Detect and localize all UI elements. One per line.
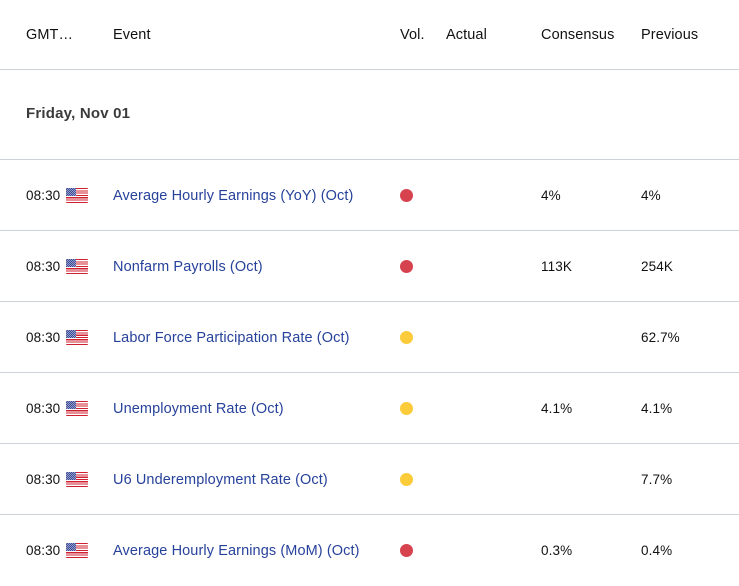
- volatility-dot-icon: [400, 260, 413, 273]
- us-flag-icon: [66, 302, 90, 373]
- us-flag-icon: [66, 160, 90, 231]
- event-name-link[interactable]: Unemployment Rate (Oct): [113, 373, 284, 444]
- consensus-value: 4.1%: [541, 401, 573, 416]
- table-row[interactable]: 08:30 Average Hourly Earnings (YoY) (Oct)…: [0, 160, 739, 231]
- event-time: 08:30: [26, 543, 61, 558]
- us-flag-icon: [66, 231, 90, 302]
- date-group-header: Friday, Nov 01: [0, 70, 739, 160]
- economic-calendar: GMT… Event Vol. Actual Consensus Previou…: [0, 0, 739, 586]
- event-name-link[interactable]: U6 Underemployment Rate (Oct): [113, 444, 328, 515]
- previous-value: 4.1%: [641, 401, 673, 416]
- volatility-indicator: [400, 302, 432, 373]
- table-row[interactable]: 08:30 Unemployment Rate (Oct) 4.1% 4.1%: [0, 373, 739, 444]
- column-header-time[interactable]: GMT…: [26, 27, 73, 43]
- volatility-dot-icon: [400, 189, 413, 202]
- event-time: 08:30: [26, 188, 61, 203]
- consensus-value: 4%: [541, 188, 561, 203]
- table-header-row: GMT… Event Vol. Actual Consensus Previou…: [0, 0, 739, 70]
- volatility-indicator: [400, 444, 432, 515]
- us-flag-icon: [66, 444, 90, 515]
- volatility-indicator: [400, 373, 432, 444]
- table-row[interactable]: 08:30 U6 Underemployment Rate (Oct) 7.7%: [0, 444, 739, 515]
- event-name-link[interactable]: Average Hourly Earnings (YoY) (Oct): [113, 160, 353, 231]
- consensus-value: 113K: [541, 259, 572, 274]
- volatility-indicator: [400, 160, 432, 231]
- previous-value: 7.7%: [641, 472, 673, 487]
- event-time: 08:30: [26, 330, 61, 345]
- table-row[interactable]: 08:30 Nonfarm Payrolls (Oct) 113K 254K: [0, 231, 739, 302]
- volatility-dot-icon: [400, 402, 413, 415]
- table-row[interactable]: 08:30 Average Hourly Earnings (MoM) (Oct)…: [0, 515, 739, 586]
- calendar-rows: 08:30 Average Hourly Earnings (YoY) (Oct)…: [0, 160, 739, 586]
- event-time: 08:30: [26, 401, 61, 416]
- previous-value: 62.7%: [641, 330, 680, 345]
- column-header-actual[interactable]: Actual: [446, 27, 487, 43]
- table-row[interactable]: 08:30 Labor Force Participation Rate (Oct…: [0, 302, 739, 373]
- column-header-volatility[interactable]: Vol.: [400, 27, 425, 43]
- date-group-label: Friday, Nov 01: [26, 105, 131, 122]
- previous-value: 4%: [641, 188, 661, 203]
- event-name-link[interactable]: Average Hourly Earnings (MoM) (Oct): [113, 515, 360, 586]
- us-flag-icon: [66, 515, 90, 586]
- previous-value: 254K: [641, 259, 673, 274]
- column-header-previous[interactable]: Previous: [641, 27, 698, 43]
- column-header-event[interactable]: Event: [113, 27, 151, 43]
- volatility-indicator: [400, 231, 432, 302]
- event-name-link[interactable]: Nonfarm Payrolls (Oct): [113, 231, 263, 302]
- previous-value: 0.4%: [641, 543, 673, 558]
- column-header-consensus[interactable]: Consensus: [541, 27, 614, 43]
- volatility-indicator: [400, 515, 432, 586]
- volatility-dot-icon: [400, 544, 413, 557]
- us-flag-icon: [66, 373, 90, 444]
- event-time: 08:30: [26, 259, 61, 274]
- event-name-link[interactable]: Labor Force Participation Rate (Oct): [113, 302, 350, 373]
- volatility-dot-icon: [400, 473, 413, 486]
- volatility-dot-icon: [400, 331, 413, 344]
- consensus-value: 0.3%: [541, 543, 573, 558]
- event-time: 08:30: [26, 472, 61, 487]
